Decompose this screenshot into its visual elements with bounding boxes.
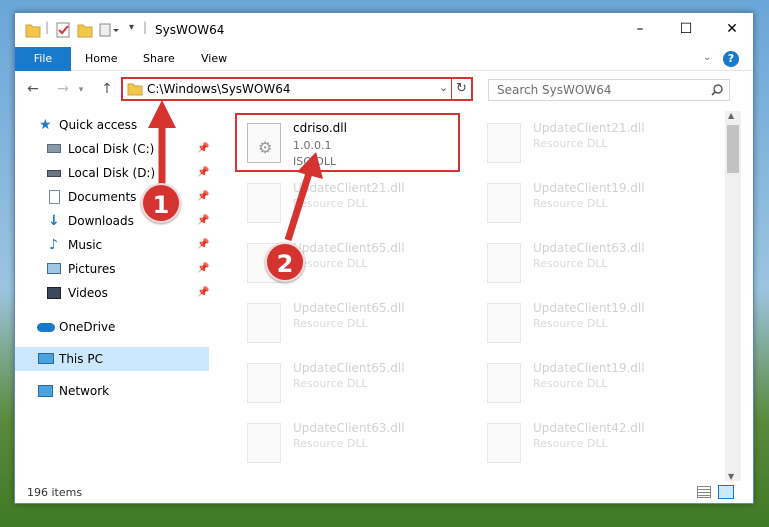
arrow-1-head bbox=[148, 100, 176, 128]
arrow-2 bbox=[284, 168, 314, 242]
arrow-2-head bbox=[297, 152, 323, 179]
step-badge-2: 2 bbox=[265, 242, 305, 282]
annotation-overlay bbox=[148, 100, 323, 242]
step-badge-1: 1 bbox=[141, 183, 181, 223]
